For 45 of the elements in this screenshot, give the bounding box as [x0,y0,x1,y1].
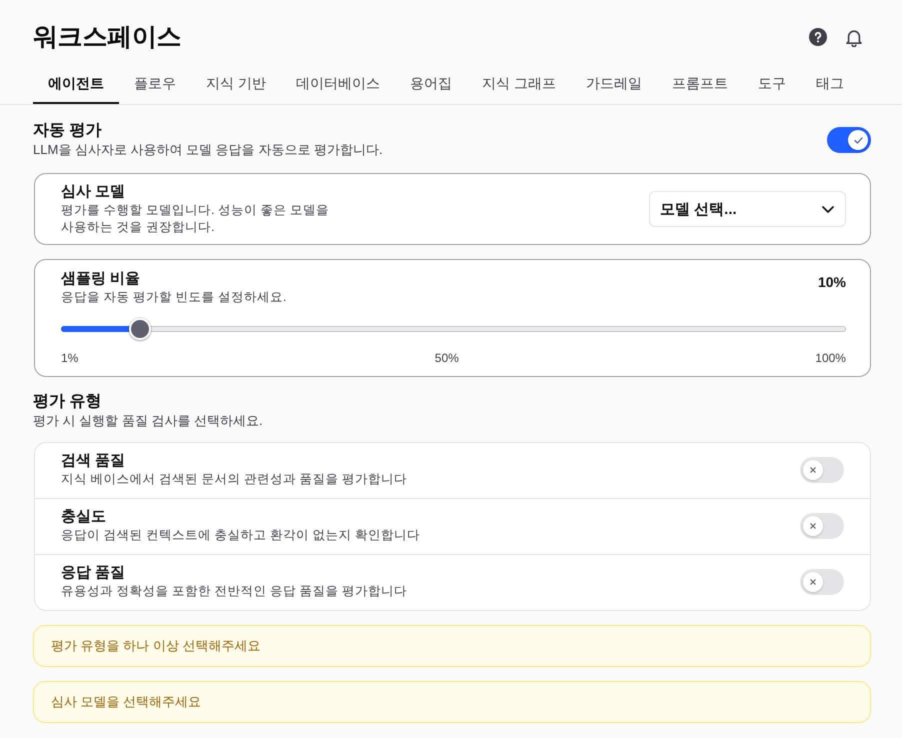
check-icon [854,136,862,144]
model-select[interactable]: 모델 선택... [649,191,846,227]
x-mark-icon [810,578,816,584]
toggle-switch[interactable] [800,568,844,594]
help-icon[interactable] [809,28,827,46]
page-title: 워크스페이스 [33,22,182,53]
slider-thumb[interactable] [128,318,150,340]
slider-tick-label: 100% [815,350,846,366]
tab[interactable]: 지식 기반 [191,66,281,104]
slider-tick-label: 1% [61,350,78,366]
chevron-down-icon [822,206,834,212]
tab[interactable]: 데이터베이스 [280,66,395,104]
tab[interactable]: 에이전트 [33,66,119,104]
card-title: 심사 모델 [61,182,126,202]
option-title: 검색 품질 [61,451,126,471]
section-description: 평가 시 실행할 품질 검사를 선택하세요. [33,412,264,430]
tab[interactable]: 가드레일 [570,66,657,104]
tab[interactable]: 프롬프트 [656,66,743,104]
section-title: 평가 유형 [33,392,102,412]
option-title: 응답 품질 [61,563,126,583]
option-title: 충실도 [61,507,107,527]
warning-message: 평가 유형을 하나 이상 선택해주세요 [33,625,871,667]
toggle-switch[interactable] [800,512,844,538]
slider-tick-label: 50% [434,350,459,366]
tab[interactable]: 플로우 [119,66,191,104]
toggle-switch[interactable] [827,127,871,153]
tab[interactable]: 도구 [742,66,801,104]
slider-track[interactable] [61,318,846,340]
toggle-switch[interactable] [800,456,844,482]
section-title: 자동 평가 [33,121,102,141]
option-description: 지식 베이스에서 검색된 문서의 관련성과 품질을 평가합니다 [61,471,407,488]
x-mark-icon [810,466,816,472]
option-description: 유용성과 정확성을 포함한 전반적인 응답 품질을 평가합니다 [61,583,407,600]
warning-message: 심사 모델을 선택해주세요 [33,681,871,723]
tab[interactable]: 지식 그래프 [466,66,571,104]
sampling-value: 10% [818,273,846,292]
card-description: 응답을 자동 평가할 빈도를 설정하세요. [61,289,286,306]
option-description: 응답이 검색된 컨텍스트에 충실하고 환각이 없는지 확인합니다 [61,527,420,544]
card-title: 샘플링 비율 [61,269,142,289]
bell-icon[interactable] [845,28,863,46]
x-mark-icon [810,522,816,528]
tab[interactable]: 용어집 [394,66,467,104]
card-description: 평가를 수행할 모델입니다. 성능이 좋은 모델을 사용하는 것을 권장합니다. [61,202,330,236]
tab[interactable]: 태그 [800,66,859,104]
section-description: LLM을 심사자로 사용하여 모델 응답을 자동으로 평가합니다. [33,141,383,159]
